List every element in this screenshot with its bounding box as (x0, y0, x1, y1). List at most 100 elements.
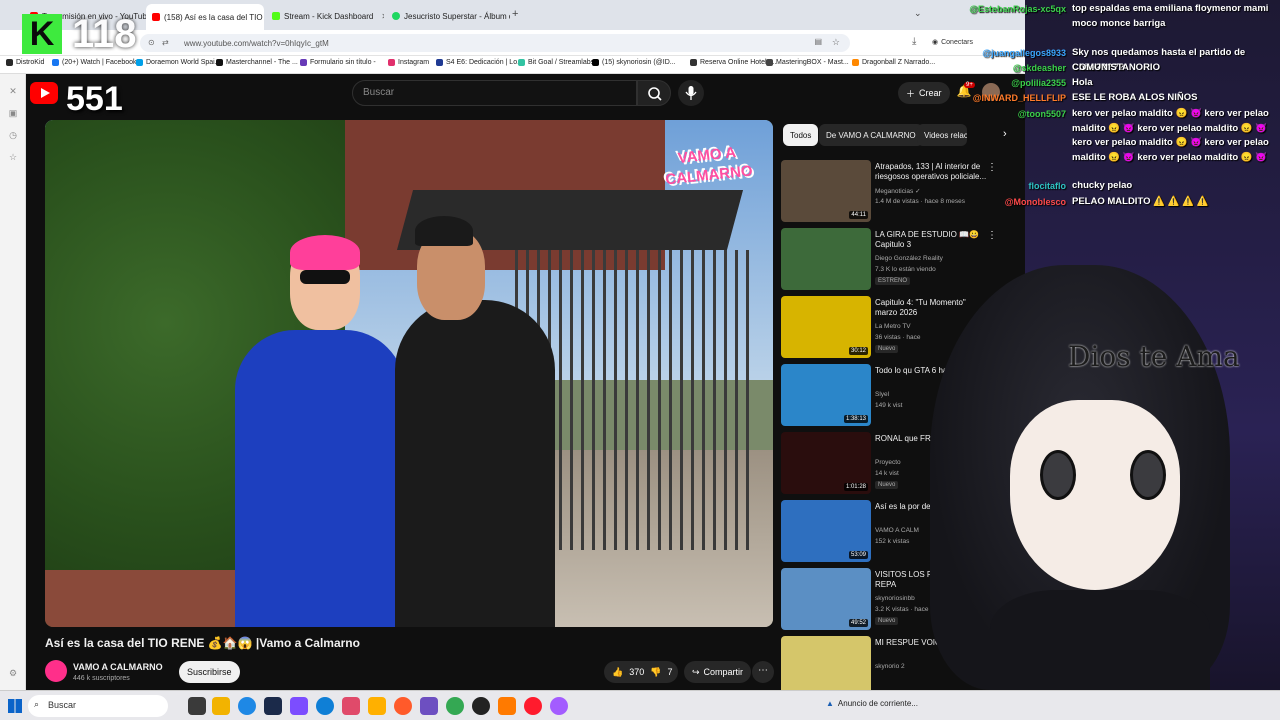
recommended-channel[interactable]: VAMO A CALM (875, 527, 919, 534)
close-icon[interactable]: ✕ (381, 12, 384, 21)
recommended-channel[interactable]: Proyecto (875, 459, 901, 466)
video-thumbnail[interactable]: 1:38:13 (781, 364, 871, 426)
voice-search-button[interactable] (678, 80, 704, 106)
thumbs-up-icon[interactable]: 👍 (612, 667, 623, 678)
chrome-icon[interactable] (238, 697, 256, 715)
bookmark-item[interactable]: Reserva Online Hotele... (690, 59, 776, 66)
channel-name[interactable]: VAMO A CALMARNO (73, 662, 163, 672)
video-thumbnail[interactable]: 53:09 (781, 500, 871, 562)
favorite-star-icon[interactable]: ☆ (832, 37, 840, 48)
share-button[interactable]: ↪ Compartir (684, 661, 752, 683)
chat-username[interactable]: @EstebanRojas-xc5qx (969, 2, 1066, 17)
bookmark-item[interactable]: (15) skynoriosin (@ID... (592, 59, 676, 66)
chevron-right-icon[interactable]: › (1003, 128, 1007, 140)
tab-kick-dashboard[interactable]: Stream - Kick Dashboard ✕ (266, 6, 384, 26)
video-thumbnail[interactable]: 49:52 (781, 568, 871, 630)
video-thumbnail[interactable] (781, 636, 871, 690)
bookmark-item[interactable]: S4 E6: Dedicación | Lo... (436, 59, 523, 66)
chat-username[interactable]: @polilia2355 (1011, 76, 1066, 91)
new-tab-icon[interactable]: + (512, 8, 518, 20)
settings-gear-icon[interactable]: ⚙ (8, 668, 18, 678)
like-count[interactable]: 370 (629, 667, 644, 677)
bookmark-item[interactable]: (20+) Watch | Facebook (52, 59, 137, 66)
taskbar-search-input[interactable]: ⌕ Buscar (28, 695, 168, 717)
firefox-icon[interactable] (394, 697, 412, 715)
chat-username[interactable]: @INWARD_HELLFLIP (973, 91, 1066, 106)
app-icon[interactable] (472, 697, 490, 715)
app-icon[interactable] (498, 697, 516, 715)
vegas-icon[interactable] (264, 697, 282, 715)
home-icon[interactable]: ✕ (8, 86, 18, 96)
visual-studio-icon[interactable] (420, 697, 438, 715)
reader-mode-icon[interactable]: ▤ (814, 37, 822, 46)
dislike-count[interactable]: 7 (667, 667, 672, 677)
recommended-channel[interactable]: La Metro TV (875, 323, 911, 330)
recommended-channel[interactable]: Slyel (875, 391, 889, 398)
thumbs-down-icon[interactable]: 👎 (650, 667, 661, 678)
duration-badge: 1:38:13 (843, 415, 868, 423)
channel-avatar[interactable] (45, 660, 67, 682)
site-info-icon[interactable]: ⊙ (148, 38, 155, 47)
recommended-channel[interactable]: skynorio 2 (875, 663, 905, 670)
bookmark-item[interactable]: Masterchannel - The ... (216, 59, 298, 66)
opera-icon[interactable] (524, 697, 542, 715)
tab-spotify-album[interactable]: Jesucristo Superstar - Álbum de ✕ (386, 6, 510, 26)
chip-all[interactable]: Todos (783, 124, 819, 146)
bookmark-item[interactable]: Instagram (388, 59, 429, 66)
recommended-channel[interactable]: Diego González Reality (875, 255, 943, 262)
recommended-channel[interactable]: skynoriosinbb (875, 595, 915, 602)
chrome-icon[interactable] (446, 697, 464, 715)
video-player[interactable]: VAMO A CALMARNO (45, 120, 773, 627)
url-input[interactable]: ⊙ ⇄ www.youtube.com/watch?v=0hIqyIc_gtM … (140, 34, 850, 52)
bookmark-item[interactable]: DistroKid (6, 59, 44, 66)
windows-start-icon[interactable] (8, 699, 22, 713)
bookmark-item[interactable]: Dragonball Z Narrado... (852, 59, 935, 66)
bookmark-favicon-icon (690, 59, 697, 66)
app-icon[interactable] (342, 697, 360, 715)
profile-button[interactable]: ◉ Conectars (932, 38, 973, 47)
tune-icon[interactable]: ⇄ (162, 38, 169, 47)
download-icon[interactable]: ⤓ (912, 36, 916, 47)
search-input[interactable]: Buscar (352, 80, 637, 106)
chip-related[interactable]: Videos relac (917, 124, 967, 146)
taskbar-notification[interactable]: ▲ Anuncio de corriente... (826, 699, 918, 708)
recommended-channel[interactable]: Meganoticias ✓ (875, 187, 921, 195)
video-thumbnail[interactable]: 1:01:28 (781, 432, 871, 494)
more-actions-icon[interactable]: ⋯ (752, 661, 774, 683)
chat-username[interactable]: @toon5507 (1018, 107, 1066, 122)
more-options-icon[interactable]: ⋮ (987, 230, 997, 241)
create-button[interactable]: ＋ Crear (898, 82, 950, 104)
subscribe-button[interactable]: Suscribirse (179, 661, 240, 683)
task-view-icon[interactable] (188, 697, 206, 715)
chat-username[interactable]: flocitaflo (1029, 179, 1067, 194)
search-button[interactable] (637, 80, 671, 106)
app-icon[interactable] (550, 697, 568, 715)
youtube-logo-icon[interactable] (30, 82, 58, 104)
video-thumbnail[interactable]: 30:12 (781, 296, 871, 358)
more-options-icon[interactable]: ⋮ (987, 162, 997, 173)
chip-from-channel[interactable]: De VAMO A CALMARNO (819, 124, 923, 146)
bookmark-item[interactable]: Bit Goal / Streamlabs (518, 59, 594, 66)
obs-icon[interactable] (290, 697, 308, 715)
collections-icon[interactable]: ▣ (8, 108, 18, 118)
bookmark-item[interactable]: Doraemon World Spai... (136, 59, 221, 66)
recommended-title[interactable]: Atrapados, 133 | Al interior de riesgoso… (875, 162, 989, 182)
chat-username[interactable]: @juangallegos8933 (982, 46, 1066, 61)
chat-username[interactable]: @skdeasher (1013, 61, 1066, 76)
bookmark-item[interactable]: MasteringBOX - Mast... (766, 59, 849, 66)
chat-username[interactable]: @Monoblesco (1005, 195, 1066, 210)
favorites-icon[interactable]: ☆ (8, 152, 18, 162)
recommended-title[interactable]: Capitulo 4: "Tu Momento" marzo 2026 (875, 298, 989, 318)
recommended-title[interactable]: LA GIRA DE ESTUDIO 📖😀 Capitulo 3 (875, 230, 989, 250)
video-thumbnail[interactable] (781, 228, 871, 290)
recommended-video[interactable]: LA GIRA DE ESTUDIO 📖😀 Capitulo 3 Diego Go… (781, 228, 1021, 292)
video-thumbnail[interactable]: 44:11 (781, 160, 871, 222)
edge-icon[interactable] (316, 697, 334, 715)
history-icon[interactable]: ◷ (8, 130, 18, 140)
tab-search-chevron-icon[interactable]: ⌄ (914, 8, 922, 19)
file-explorer-icon[interactable] (212, 697, 230, 715)
app-icon[interactable] (368, 697, 386, 715)
recommended-video[interactable]: 44:11 Atrapados, 133 | Al interior de rie… (781, 160, 1021, 224)
tab-current-video[interactable]: (158) Así es la casa del TIO RENE ✕ (146, 4, 264, 30)
bookmark-item[interactable]: Formulario sin título - (300, 59, 376, 66)
